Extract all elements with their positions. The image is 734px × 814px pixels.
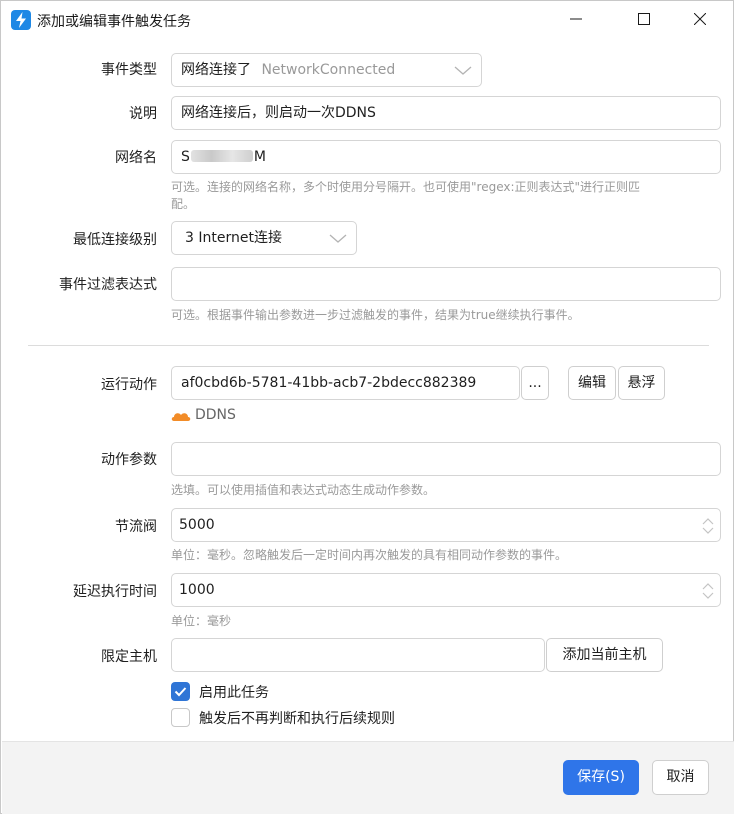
window-title: 添加或编辑事件触发任务 bbox=[37, 14, 191, 30]
network-name-value-start: S bbox=[181, 149, 190, 165]
stop-after-label[interactable]: 触发后不再判断和执行后续规则 bbox=[199, 708, 395, 728]
linked-action-name: DDNS bbox=[195, 407, 236, 423]
minimize-icon bbox=[570, 18, 582, 20]
throttle-input[interactable]: 5000 bbox=[171, 508, 721, 542]
event-type-label: 事件类型 bbox=[101, 62, 157, 78]
throttle-hint: 单位：毫秒。忽略触发后一定时间内再次触发的具有相同动作参数的事件。 bbox=[171, 548, 568, 562]
event-type-select[interactable]: 网络连接了 NetworkConnected bbox=[171, 53, 482, 87]
save-button[interactable]: 保存(S) bbox=[563, 760, 639, 795]
min-level-value: 3 Internet连接 bbox=[185, 230, 282, 246]
lightning-app-icon bbox=[11, 10, 31, 30]
close-button[interactable] bbox=[677, 1, 723, 37]
action-id-input[interactable]: af0cbd6b-5781-41bb-acb7-2bdecc882389 bbox=[171, 366, 520, 400]
spinner-arrows-icon[interactable] bbox=[702, 517, 714, 535]
section-divider bbox=[28, 345, 709, 346]
chevron-down-icon bbox=[454, 66, 472, 75]
action-params-label: 动作参数 bbox=[101, 452, 157, 468]
chevron-down-icon bbox=[329, 234, 347, 243]
network-name-hint: 可选。连接的网络名称，多个时使用分号隔开。也可使用"regex:正则表达式"进行… bbox=[171, 180, 641, 194]
dialog-window: 添加或编辑事件触发任务 事件类型 网络连接了 NetworkConnected … bbox=[0, 0, 734, 814]
enable-task-checkbox[interactable] bbox=[171, 682, 190, 701]
host-label: 限定主机 bbox=[101, 649, 157, 665]
filter-input[interactable] bbox=[171, 267, 721, 301]
network-name-hint-cont: 配。 bbox=[171, 197, 196, 211]
minimize-button[interactable] bbox=[553, 1, 599, 37]
action-params-hint: 选填。可以使用插值和表达式动态生成动作参数。 bbox=[171, 483, 436, 497]
event-type-value: 网络连接了 bbox=[181, 62, 251, 78]
network-name-input[interactable]: SM bbox=[171, 140, 721, 174]
event-type-value-en: NetworkConnected bbox=[261, 62, 396, 78]
title-bar: 添加或编辑事件触发任务 bbox=[1, 1, 733, 39]
cancel-button[interactable]: 取消 bbox=[652, 760, 709, 795]
float-action-button[interactable]: 悬浮 bbox=[618, 366, 665, 400]
filter-hint: 可选。根据事件输出参数进一步过滤触发的事件，结果为true继续执行事件。 bbox=[171, 308, 580, 322]
cloud-icon bbox=[171, 413, 191, 421]
action-label: 运行动作 bbox=[101, 377, 157, 393]
enable-task-label[interactable]: 启用此任务 bbox=[199, 682, 269, 702]
spinner-arrows-icon[interactable] bbox=[702, 582, 714, 600]
edit-action-button[interactable]: 编辑 bbox=[568, 366, 616, 400]
network-name-value-end: M bbox=[253, 149, 266, 165]
delay-hint: 单位：毫秒 bbox=[171, 614, 232, 628]
redacted-text bbox=[190, 150, 253, 162]
checkmark-icon bbox=[174, 687, 187, 697]
action-params-input[interactable] bbox=[171, 442, 721, 476]
delay-value: 1000 bbox=[179, 582, 215, 598]
min-level-select[interactable]: 3 Internet连接 bbox=[171, 221, 357, 255]
throttle-value: 5000 bbox=[179, 517, 215, 533]
maximize-button[interactable] bbox=[621, 1, 667, 37]
filter-label: 事件过滤表达式 bbox=[59, 277, 157, 293]
stop-after-checkbox[interactable] bbox=[171, 708, 190, 727]
description-label: 说明 bbox=[129, 106, 157, 122]
maximize-icon bbox=[638, 13, 650, 25]
description-input[interactable]: 网络连接后，则启动一次DDNS bbox=[171, 96, 721, 130]
close-icon bbox=[694, 13, 706, 25]
delay-label: 延迟执行时间 bbox=[73, 584, 157, 600]
delay-input[interactable]: 1000 bbox=[171, 573, 721, 607]
host-input[interactable] bbox=[171, 638, 545, 672]
throttle-label: 节流阀 bbox=[115, 519, 157, 535]
browse-action-button[interactable]: ... bbox=[521, 366, 549, 400]
min-level-label: 最低连接级别 bbox=[73, 232, 157, 248]
network-name-label: 网络名 bbox=[115, 150, 157, 166]
add-current-host-button[interactable]: 添加当前主机 bbox=[546, 638, 663, 672]
